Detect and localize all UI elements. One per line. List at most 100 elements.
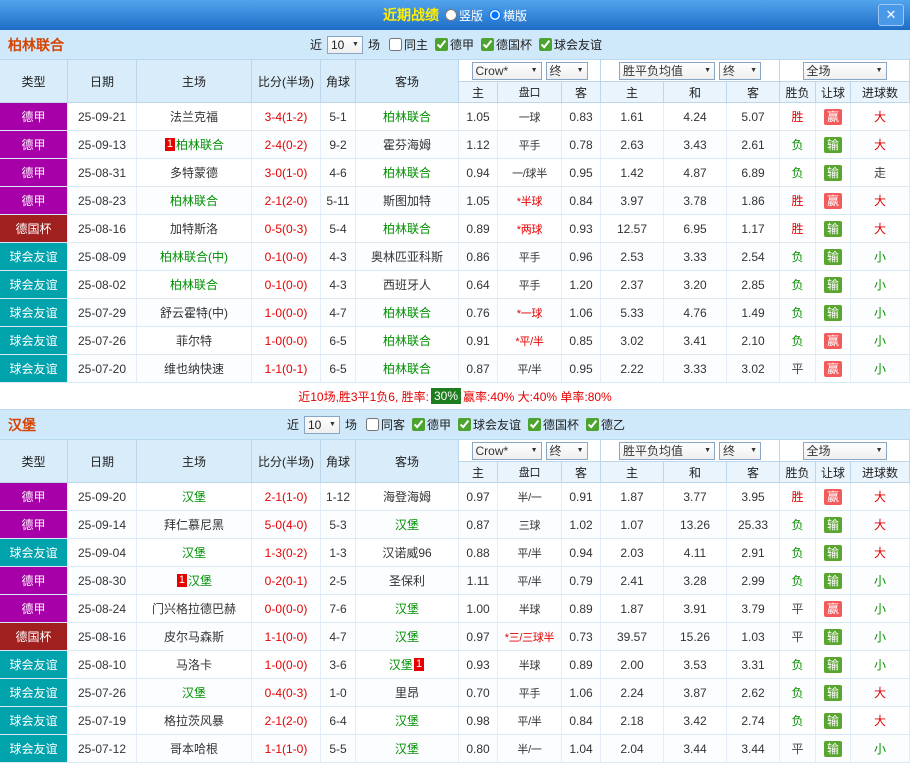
away-team-cell: 柏林联合 xyxy=(356,159,459,186)
away-handicap-odds-cell: 0.84 xyxy=(562,707,601,734)
league-filter-checkbox[interactable]: 德国杯 xyxy=(528,416,579,433)
league-filter-checkbox[interactable]: 同客 xyxy=(365,416,405,433)
league-cell: 球会友谊 xyxy=(0,679,68,706)
home-team-cell: 汉堡 xyxy=(137,539,252,566)
league-filter-checkbox[interactable]: 德甲 xyxy=(435,36,474,53)
handicap-result-badge: 输 xyxy=(823,220,842,237)
scope-select[interactable]: 全场 ▼ xyxy=(802,441,887,460)
avg-time-select[interactable]: 终 ▼ xyxy=(719,441,761,460)
home-handicap-odds-cell: 0.86 xyxy=(459,243,498,270)
dropdown-arrow-icon: ▼ xyxy=(329,421,336,428)
dropdown-arrow-icon: ▼ xyxy=(530,67,538,74)
handicap-line-cell: *平/半 xyxy=(498,327,562,354)
score-cell: 1-1(1-0) xyxy=(252,735,321,762)
match-count-select[interactable]: 10 ▼ xyxy=(326,35,363,54)
result-cell: 胜 xyxy=(780,103,816,130)
odds-time-select[interactable]: 终 ▼ xyxy=(545,441,588,460)
away-team-cell: 汉堡 1 xyxy=(356,651,459,678)
league-filter-checkbox[interactable]: 德乙 xyxy=(586,416,625,433)
league-filter-checkbox[interactable]: 同主 xyxy=(388,36,428,53)
avg-time-select[interactable]: 终 ▼ xyxy=(719,61,761,80)
score-cell: 2-1(2-0) xyxy=(252,707,321,734)
checkbox-input[interactable] xyxy=(528,418,542,431)
result-cell: 平 xyxy=(780,623,816,650)
league-cell: 球会友谊 xyxy=(0,355,68,382)
horizontal-radio[interactable] xyxy=(489,9,501,21)
avg-odds-select[interactable]: 胜平负均值 ▼ xyxy=(619,61,715,80)
checkbox-input[interactable] xyxy=(365,418,379,431)
checkbox-input[interactable] xyxy=(481,38,495,51)
odds-time-select[interactable]: 终 ▼ xyxy=(545,61,588,80)
match-row: 德甲 25-08-30 1 汉堡 0-2(0-1) 2-5 圣保利 1.11 平/半 0.79 2.… xyxy=(0,567,910,595)
vertical-radio[interactable] xyxy=(444,9,457,21)
bookmaker-select[interactable]: Crow* ▼ xyxy=(471,441,542,460)
handicap-result-cell: 输 xyxy=(816,539,851,566)
col-header-date: 日期 xyxy=(68,440,137,482)
checkbox-input[interactable] xyxy=(388,38,402,51)
league-cell: 德甲 xyxy=(0,511,68,538)
match-row: 球会友谊 25-08-02 柏林联合 0-1(0-0) 4-3 西班牙人 0.64 平手 1.2… xyxy=(0,271,910,299)
checkbox-input[interactable] xyxy=(411,418,425,431)
avg-draw-odds-cell: 3.33 xyxy=(664,355,727,382)
home-team-name: 马洛卡 xyxy=(175,658,212,672)
score-cell: 0-5(0-3) xyxy=(252,215,321,242)
date-cell: 25-07-29 xyxy=(68,299,137,326)
match-row: 德甲 25-09-20 汉堡 2-1(1-0) 1-12 海登海姆 0.97 半/一 0.91 1… xyxy=(0,483,910,511)
date-cell: 25-08-23 xyxy=(68,187,137,214)
away-handicap-odds-cell: 0.93 xyxy=(562,215,601,242)
avg-win-odds-cell: 1.07 xyxy=(601,511,664,538)
away-team-name: 西班牙人 xyxy=(382,278,431,292)
avg-draw-odds-cell: 3.87 xyxy=(664,679,727,706)
goals-over-under-cell: 走 xyxy=(851,159,910,186)
checkbox-input[interactable] xyxy=(539,38,553,51)
layout-vertical-option[interactable]: 竖版 xyxy=(444,7,483,24)
checkbox-input[interactable] xyxy=(435,38,448,51)
league-filter-checkbox[interactable]: 德国杯 xyxy=(481,36,532,53)
win-rate-badge: 30% xyxy=(430,388,461,404)
handicap-line-cell: 三球 xyxy=(498,511,562,538)
league-filter-checkbox[interactable]: 球会友谊 xyxy=(539,36,602,53)
subhead-goals: 进球数 xyxy=(851,462,910,482)
home-team-name: 皮尔马森斯 xyxy=(163,630,224,644)
col-header-corner: 角球 xyxy=(321,60,356,102)
scope-select[interactable]: 全场 ▼ xyxy=(802,61,887,80)
matches-label: 场 xyxy=(367,38,380,52)
match-row: 德甲 25-08-24 门兴格拉德巴赫 0-0(0-0) 7-6 汉堡 1.00 半球 0.89… xyxy=(0,595,910,623)
result-cell: 负 xyxy=(780,299,816,326)
handicap-result-cell: 输 xyxy=(816,299,851,326)
score-cell: 1-1(0-1) xyxy=(252,355,321,382)
home-team-cell: 皮尔马森斯 xyxy=(137,623,252,650)
checkbox-input[interactable] xyxy=(586,418,600,431)
result-cell: 负 xyxy=(780,567,816,594)
league-filter-checkbox[interactable]: 德甲 xyxy=(411,416,451,433)
handicap-line-cell: 半球 xyxy=(498,595,562,622)
avg-draw-odds-cell: 3.43 xyxy=(664,131,727,158)
match-count-select[interactable]: 10 ▼ xyxy=(303,415,340,434)
away-team-cell: 柏林联合 xyxy=(356,327,459,354)
league-cell: 球会友谊 xyxy=(0,539,68,566)
avg-lose-odds-cell: 6.89 xyxy=(727,159,780,186)
away-team-cell: 柏林联合 xyxy=(356,215,459,242)
away-team-name: 圣保利 xyxy=(388,574,425,588)
col-header-away: 客场 xyxy=(356,60,459,102)
away-team-name: 汉堡 xyxy=(394,602,419,616)
away-team-cell: 汉堡 xyxy=(356,595,459,622)
avg-win-odds-cell: 2.04 xyxy=(601,735,664,762)
bookmaker-select[interactable]: Crow* ▼ xyxy=(471,61,542,80)
home-team-cell: 拜仁慕尼黑 xyxy=(137,511,252,538)
avg-odds-select[interactable]: 胜平负均值 ▼ xyxy=(619,441,715,460)
layout-horizontal-option[interactable]: 横版 xyxy=(489,7,527,24)
avg-draw-odds-cell: 3.78 xyxy=(664,187,727,214)
handicap-result-cell: 输 xyxy=(816,511,851,538)
avg-time-select-value: 终 xyxy=(723,64,736,78)
handicap-result-cell: 赢 xyxy=(816,355,851,382)
league-filter-checkbox[interactable]: 球会友谊 xyxy=(458,416,521,433)
close-button[interactable]: ✕ xyxy=(878,4,904,26)
home-team-name: 门兴格拉德巴赫 xyxy=(151,602,236,616)
rank-badge: 1 xyxy=(176,574,188,587)
home-team-name: 汉堡 xyxy=(188,574,213,588)
checkbox-input[interactable] xyxy=(458,418,471,431)
handicap-result-cell: 输 xyxy=(816,679,851,706)
away-handicap-odds-cell: 0.89 xyxy=(562,651,601,678)
corner-cell: 2-5 xyxy=(321,567,356,594)
